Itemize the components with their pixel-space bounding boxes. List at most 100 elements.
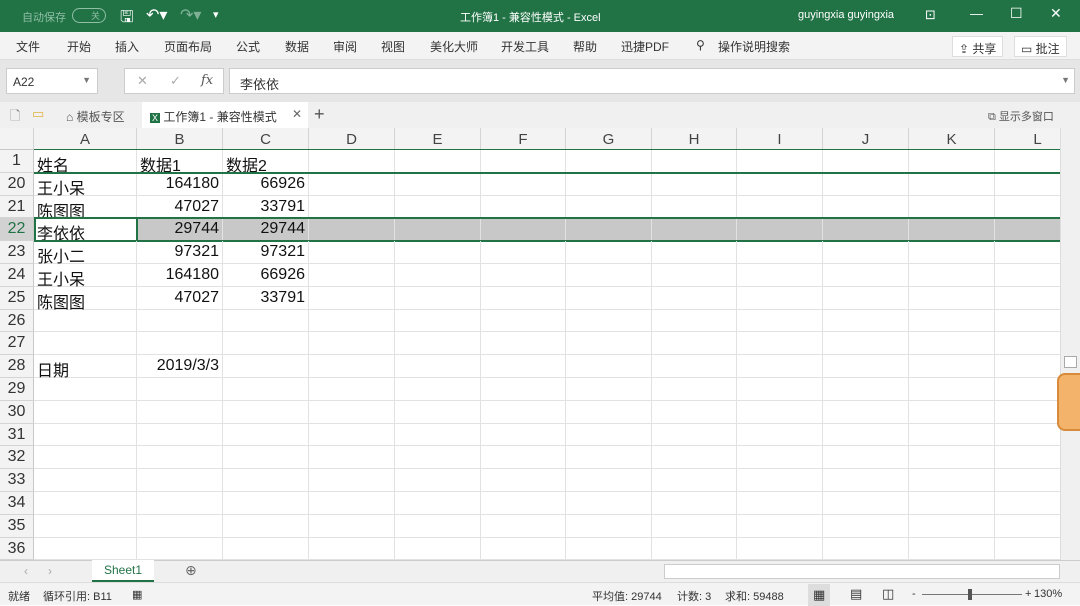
cell-j[interactable]: [823, 150, 909, 173]
cell-j[interactable]: [823, 241, 909, 264]
cell-j[interactable]: [823, 378, 909, 401]
cell-g[interactable]: [566, 287, 652, 310]
cell-k[interactable]: [909, 469, 995, 492]
menu-pdf[interactable]: 迅捷PDF: [621, 38, 669, 55]
cell-c[interactable]: 33791: [223, 196, 309, 219]
cell-f[interactable]: [481, 355, 566, 378]
minimize-icon[interactable]: —: [970, 6, 983, 21]
row-header[interactable]: 34: [0, 492, 34, 515]
cell-h[interactable]: [652, 446, 737, 469]
cell-e[interactable]: [395, 332, 481, 355]
row-header[interactable]: 1: [0, 150, 34, 173]
cell-a[interactable]: [34, 469, 137, 492]
cell-h[interactable]: [652, 469, 737, 492]
cell-c[interactable]: [223, 446, 309, 469]
cell-f[interactable]: [481, 469, 566, 492]
cell-h[interactable]: [652, 287, 737, 310]
menu-review[interactable]: 审阅: [333, 38, 357, 55]
cell-i[interactable]: [737, 241, 823, 264]
menu-beautify[interactable]: 美化大师: [430, 38, 478, 55]
cell-h[interactable]: [652, 401, 737, 424]
cell-l[interactable]: [995, 492, 1060, 515]
cell-j[interactable]: [823, 355, 909, 378]
maximize-icon[interactable]: ☐: [1010, 5, 1023, 22]
cell-k[interactable]: [909, 173, 995, 196]
cell-k[interactable]: [909, 378, 995, 401]
cell-b[interactable]: [137, 401, 223, 424]
cell-g[interactable]: [566, 332, 652, 355]
row-header[interactable]: 36: [0, 538, 34, 560]
cell-d[interactable]: [309, 446, 395, 469]
cell-b[interactable]: [137, 424, 223, 447]
cell-j[interactable]: [823, 538, 909, 560]
cell-b[interactable]: [137, 538, 223, 560]
cell-g[interactable]: [566, 492, 652, 515]
cell-c[interactable]: [223, 515, 309, 538]
cell-i[interactable]: [737, 469, 823, 492]
cell-d[interactable]: [309, 196, 395, 219]
cell-a[interactable]: 张小二: [34, 241, 137, 264]
cell-f[interactable]: [481, 264, 566, 287]
cell-b[interactable]: [137, 378, 223, 401]
cell-e[interactable]: [395, 355, 481, 378]
cell-a[interactable]: 陈图图: [34, 287, 137, 310]
redo-icon[interactable]: ↷▾: [180, 5, 201, 25]
cell-h[interactable]: [652, 355, 737, 378]
cell-a[interactable]: [34, 378, 137, 401]
folder-icon[interactable]: ▭: [32, 106, 44, 122]
menu-file[interactable]: 文件: [16, 38, 40, 55]
cell-f[interactable]: [481, 424, 566, 447]
cell-j[interactable]: [823, 469, 909, 492]
undo-icon[interactable]: ↶▾: [146, 5, 167, 25]
cell-l[interactable]: [995, 287, 1060, 310]
cell-j[interactable]: [823, 287, 909, 310]
cell-k[interactable]: [909, 424, 995, 447]
cell-f[interactable]: [481, 150, 566, 173]
cell-d[interactable]: [309, 173, 395, 196]
horizontal-scrollbar[interactable]: [664, 564, 1060, 579]
expand-formula-icon[interactable]: ▼: [1061, 75, 1070, 85]
customize-icon[interactable]: ▾: [213, 8, 219, 21]
cell-d[interactable]: [309, 538, 395, 560]
normal-view-icon[interactable]: ▦: [808, 584, 830, 606]
cell-g[interactable]: [566, 538, 652, 560]
column-header-c[interactable]: C: [223, 128, 309, 150]
cell-d[interactable]: [309, 241, 395, 264]
cell-h[interactable]: [652, 538, 737, 560]
cell-g[interactable]: [566, 515, 652, 538]
cell-j[interactable]: [823, 446, 909, 469]
share-button[interactable]: ⇪ 共享: [952, 36, 1003, 57]
tab-workbook[interactable]: X 工作簿1 - 兼容性模式✕: [142, 102, 308, 128]
row-header[interactable]: 35: [0, 515, 34, 538]
cell-d[interactable]: [309, 424, 395, 447]
row-header[interactable]: 20: [0, 173, 34, 196]
cell-e[interactable]: [395, 287, 481, 310]
cell-c[interactable]: 97321: [223, 241, 309, 264]
row-header[interactable]: 22: [0, 218, 34, 241]
cell-e[interactable]: [395, 515, 481, 538]
cell-a[interactable]: [34, 492, 137, 515]
row-header[interactable]: 33: [0, 469, 34, 492]
row-header[interactable]: 21: [0, 196, 34, 219]
cell-a[interactable]: 王小呆: [34, 264, 137, 287]
menu-help[interactable]: 帮助: [573, 38, 597, 55]
cell-g[interactable]: [566, 241, 652, 264]
cell-j[interactable]: [823, 515, 909, 538]
cell-d[interactable]: [309, 332, 395, 355]
cell-l[interactable]: [995, 515, 1060, 538]
cell-b[interactable]: [137, 492, 223, 515]
row-header[interactable]: 31: [0, 424, 34, 447]
cell-i[interactable]: [737, 287, 823, 310]
cell-a[interactable]: [34, 538, 137, 560]
cell-b[interactable]: 164180: [137, 173, 223, 196]
cell-a[interactable]: [34, 424, 137, 447]
cell-k[interactable]: [909, 264, 995, 287]
cell-d[interactable]: [309, 355, 395, 378]
add-sheet-icon[interactable]: ⊕: [185, 562, 197, 579]
cell-d[interactable]: [309, 378, 395, 401]
cell-l[interactable]: [995, 241, 1060, 264]
zoom-out-button[interactable]: -: [912, 588, 916, 600]
cell-c[interactable]: [223, 469, 309, 492]
cell-i[interactable]: [737, 492, 823, 515]
column-header-b[interactable]: B: [137, 128, 223, 150]
